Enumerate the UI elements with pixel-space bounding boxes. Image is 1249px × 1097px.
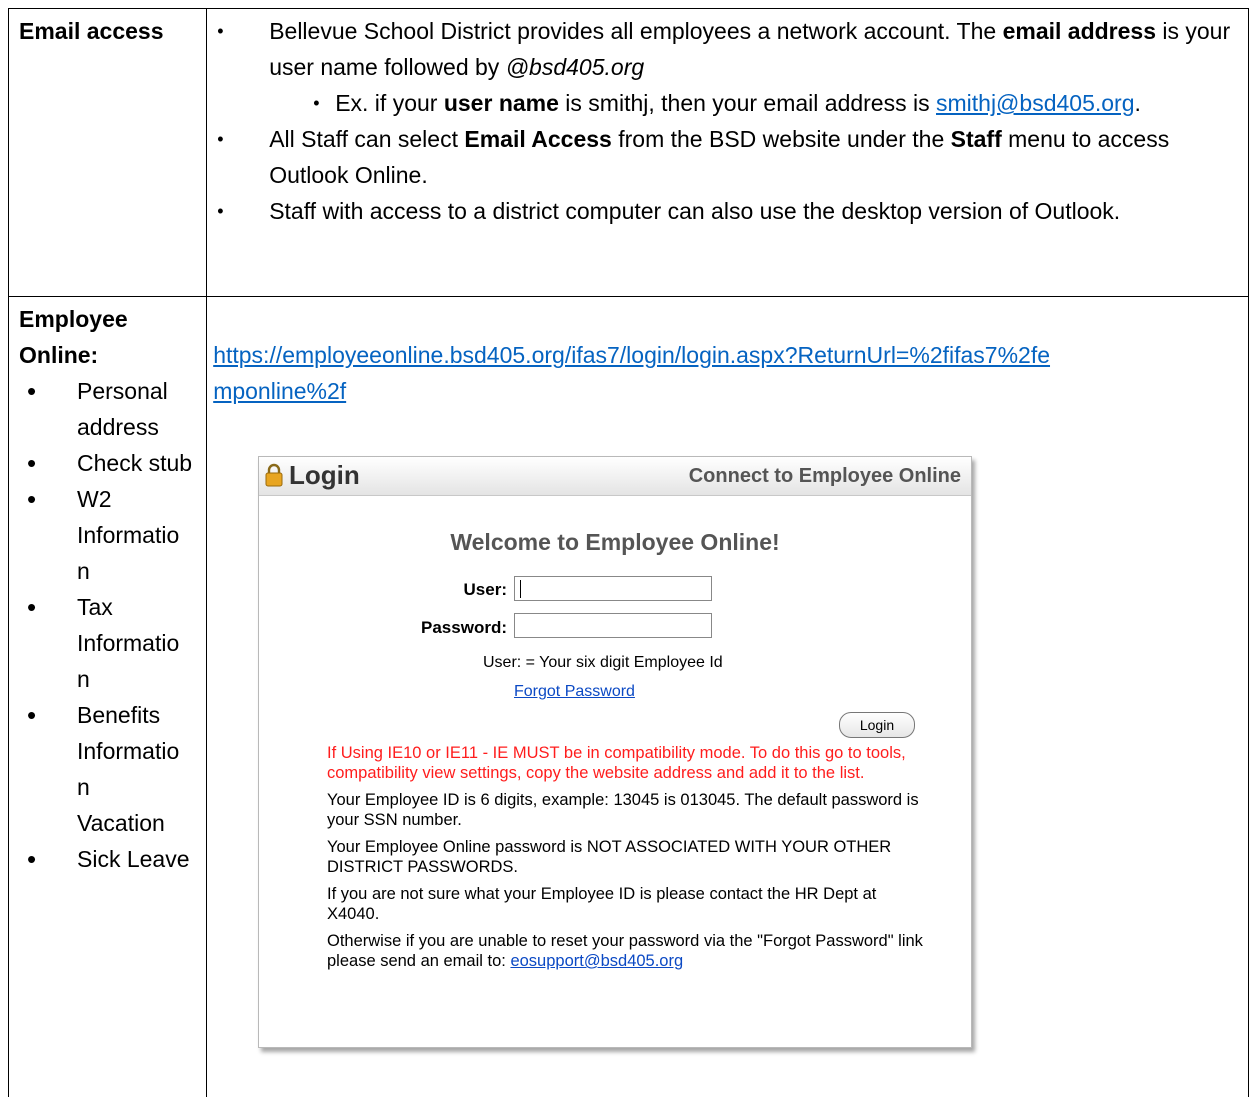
login-panel-screenshot: Login Connect to Employee Online Welcome…: [258, 456, 972, 1048]
employee-online-url-link[interactable]: https://employeeonline.bsd405.org/ifas7/…: [213, 337, 1238, 409]
user-hint: User: = Your six digit Employee Id: [483, 654, 723, 671]
bold-text: email address: [1002, 18, 1156, 44]
note-paragraph: If you are not sure what your Employee I…: [327, 885, 877, 923]
login-button[interactable]: Login: [839, 712, 915, 738]
text: from the BSD website under the: [611, 126, 951, 152]
text: .: [1134, 90, 1141, 116]
login-header: Login Connect to Employee Online: [259, 457, 971, 496]
email-access-list: Bellevue School District provides all em…: [217, 13, 1238, 229]
note-paragraph: Otherwise if you are unable to reset you…: [327, 931, 927, 971]
list-item: Sick Leave: [19, 841, 196, 877]
password-input[interactable]: [514, 613, 712, 638]
list-item: Staff with access to a district computer…: [217, 193, 1238, 229]
email-access-label-cell: Email access: [7, 8, 208, 297]
email-access-content-cell: Bellevue School District provides all em…: [206, 8, 1249, 297]
support-email-link[interactable]: eosupport@bsd405.org: [510, 952, 683, 970]
user-input[interactable]: [514, 576, 712, 601]
note-paragraph: Your Employee ID is 6 digits, example: 1…: [327, 791, 919, 829]
login-title: Login: [289, 460, 360, 490]
sub-list: Ex. if your user name is smithj, then yo…: [269, 85, 1238, 121]
text: Bellevue School District provides all em…: [269, 18, 1003, 44]
bold-text: user name: [443, 90, 559, 116]
text-caret: [520, 580, 521, 598]
label-line: Employee: [19, 306, 128, 332]
list-item: Benefits Informatio n: [19, 697, 196, 805]
user-label: User:: [463, 580, 507, 599]
list-item: Tax Informatio n: [19, 589, 196, 697]
text: is smithj, then your email address is: [558, 90, 936, 116]
list-item: Bellevue School District provides all em…: [217, 13, 1238, 121]
text: Ex. if your: [335, 90, 444, 116]
label-line: Online:: [19, 342, 99, 368]
text: Staff with access to a district computer…: [269, 198, 1121, 224]
example-email-link[interactable]: smithj@bsd405.org: [936, 90, 1135, 116]
password-label: Password:: [421, 618, 507, 637]
login-subtitle: Connect to Employee Online: [688, 465, 961, 487]
login-notes: If Using IE10 or IE11 - IE MUST be in co…: [327, 743, 927, 978]
employee-online-features-list: Personal address Check stub W2 Informati…: [19, 373, 196, 877]
list-item: W2 Informatio n: [19, 481, 196, 589]
employee-online-label: Employee Online:: [19, 301, 196, 373]
url-line: mponline%2f: [213, 378, 347, 404]
note-paragraph: Your Employee Online password is NOT ASS…: [327, 838, 892, 876]
email-access-row: Email access Bellevue School District pr…: [7, 8, 1249, 297]
bold-text: Email Access: [464, 126, 612, 152]
text: All Staff can select: [269, 126, 465, 152]
url-line: https://employeeonline.bsd405.org/ifas7/…: [213, 342, 1051, 368]
list-item: All Staff can select Email Access from t…: [217, 121, 1238, 193]
welcome-heading: Welcome to Employee Online!: [450, 529, 780, 555]
employee-online-label-cell: Employee Online: Personal address Check …: [7, 296, 208, 1097]
sub-list-item: Ex. if your user name is smithj, then yo…: [269, 85, 1238, 121]
forgot-password-link[interactable]: Forgot Password: [514, 683, 635, 701]
list-item: Personal address: [19, 373, 196, 445]
italic-text: @bsd405.org: [505, 54, 645, 80]
compatibility-warning: If Using IE10 or IE11 - IE MUST be in co…: [327, 744, 906, 782]
lock-icon: [265, 463, 283, 487]
bold-text: Staff: [950, 126, 1002, 152]
list-item: Check stub: [19, 445, 196, 481]
email-access-label: Email access: [19, 18, 164, 44]
list-item: Vacation: [77, 810, 165, 836]
